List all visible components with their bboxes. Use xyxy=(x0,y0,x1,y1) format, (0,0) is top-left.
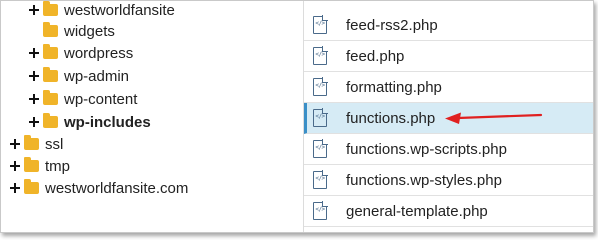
tree-item-ssl[interactable]: ssl xyxy=(10,132,63,156)
folder-icon xyxy=(43,22,58,37)
folder-icon xyxy=(43,67,58,82)
file-row[interactable]: functions.wp-styles.php xyxy=(304,165,593,196)
red-arrow-annotation xyxy=(445,112,543,124)
php-file-icon xyxy=(313,15,328,34)
file-row[interactable]: functions.wp-scripts.php xyxy=(304,134,593,165)
file-name: functions.wp-styles.php xyxy=(346,171,502,189)
plus-icon[interactable] xyxy=(29,117,39,127)
plus-icon[interactable] xyxy=(29,94,39,104)
tree-item-label: wp-admin xyxy=(64,67,130,85)
arrow-shaft xyxy=(456,113,543,120)
tree-item-widgets[interactable]: widgets xyxy=(29,19,115,43)
folder-icon xyxy=(24,157,39,172)
tree-item-tmp[interactable]: tmp xyxy=(10,154,70,178)
plus-icon[interactable] xyxy=(29,71,39,81)
plus-icon[interactable] xyxy=(29,48,39,58)
tree-item-wp-content[interactable]: wp-content xyxy=(29,87,137,111)
tree-item-label: widgets xyxy=(64,22,115,40)
folder-icon xyxy=(24,179,39,194)
file-row[interactable]: feed-rss2.php xyxy=(304,10,593,41)
tree-item-wordpress[interactable]: wordpress xyxy=(29,41,133,65)
folder-icon xyxy=(24,135,39,150)
php-file-icon xyxy=(313,46,328,65)
tree-item-label: westworldfansite.com xyxy=(45,179,189,197)
php-file-icon xyxy=(313,77,328,96)
tree-item-label: wp-includes xyxy=(64,113,151,131)
folder-tree: westworldfansite widgets wordpress wp-ad… xyxy=(1,1,303,232)
plus-icon[interactable] xyxy=(10,161,20,171)
folder-icon xyxy=(43,44,58,59)
tree-item-label: wordpress xyxy=(64,44,134,62)
folder-icon xyxy=(43,90,58,105)
tree-item-westworldfansite-com[interactable]: westworldfansite.com xyxy=(10,176,188,200)
file-manager-window: westworldfansite widgets wordpress wp-ad… xyxy=(0,0,594,233)
file-name: feed.php xyxy=(346,47,405,65)
file-row[interactable]: general-template.php xyxy=(304,196,593,227)
php-file-icon xyxy=(313,170,328,189)
plus-icon[interactable] xyxy=(29,5,39,15)
arrow-head xyxy=(445,112,461,124)
php-file-icon xyxy=(313,201,328,220)
file-row[interactable]: formatting.php xyxy=(304,72,593,103)
php-file-icon xyxy=(313,108,328,127)
file-name: functions.php xyxy=(346,109,436,127)
tree-item-label: wp-content xyxy=(64,90,138,108)
php-file-icon xyxy=(313,139,328,158)
file-row[interactable]: feed.php xyxy=(304,41,593,72)
tree-item-label: westworldfansite xyxy=(64,1,175,19)
tree-item-label: ssl xyxy=(45,135,64,153)
folder-icon xyxy=(43,113,58,128)
tree-item-wp-includes[interactable]: wp-includes xyxy=(29,110,151,134)
folder-icon xyxy=(43,1,58,16)
file-name: formatting.php xyxy=(346,78,442,96)
plus-icon[interactable] xyxy=(10,139,20,149)
tree-item-label: tmp xyxy=(45,157,71,175)
plus-icon[interactable] xyxy=(10,183,20,193)
file-name: functions.wp-scripts.php xyxy=(346,140,507,158)
no-expander xyxy=(29,26,39,36)
file-name: feed-rss2.php xyxy=(346,16,438,34)
tree-item-wp-admin[interactable]: wp-admin xyxy=(29,64,129,88)
file-name: general-template.php xyxy=(346,202,488,220)
